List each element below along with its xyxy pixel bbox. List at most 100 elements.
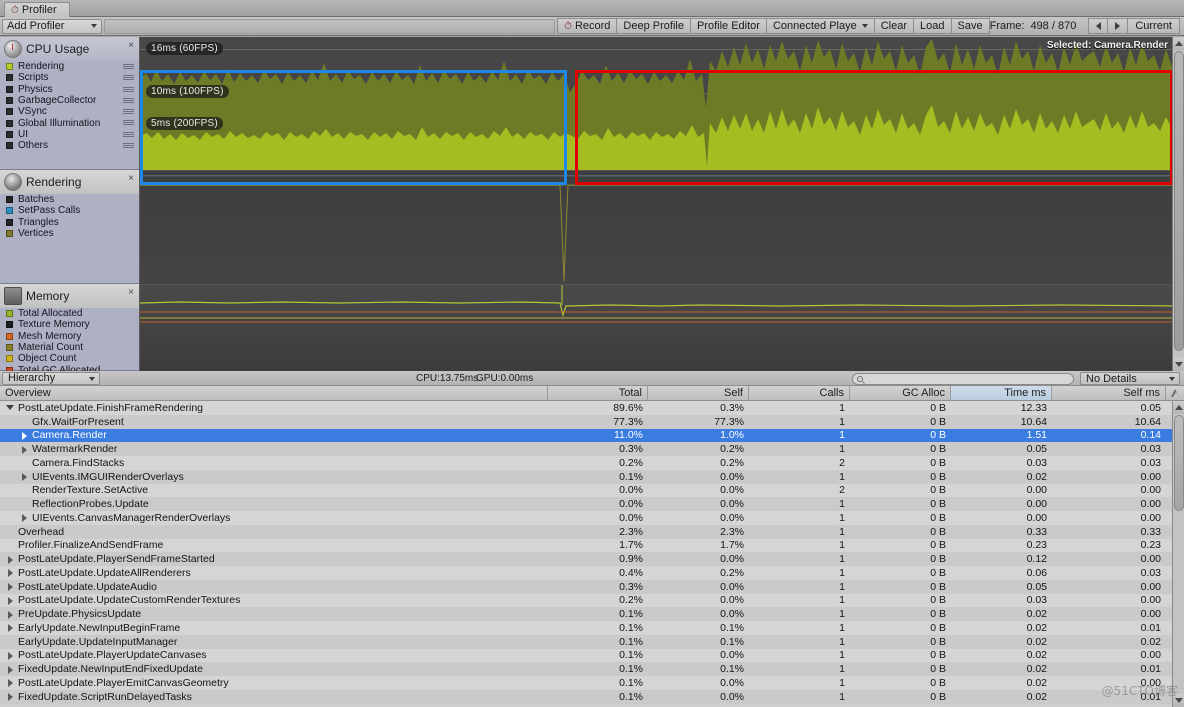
search-field[interactable] bbox=[867, 373, 1057, 385]
table-scrollbar-thumb[interactable] bbox=[1174, 415, 1184, 511]
table-row[interactable]: Overhead 2.3% 2.3% 1 0 B 0.33 0.33 bbox=[0, 524, 1184, 539]
legend-item-total-allocated[interactable]: Total Allocated bbox=[0, 308, 139, 319]
table-row[interactable]: UIEvents.CanvasManagerRenderOverlays 0.0%… bbox=[0, 511, 1184, 525]
add-profiler-dropdown[interactable]: Add Profiler bbox=[2, 18, 102, 34]
fold-toggle-icon[interactable] bbox=[6, 692, 15, 702]
table-row[interactable]: UIEvents.IMGUIRenderOverlays 0.1% 0.0% 1 0 B… bbox=[0, 469, 1184, 484]
record-button[interactable]: ⏱ Record bbox=[557, 18, 618, 34]
charts-scrollbar-thumb[interactable] bbox=[1174, 51, 1184, 351]
legend-item-vertices[interactable]: Vertices bbox=[0, 228, 139, 239]
module-cpu-usage-header[interactable]: CPU Usage × bbox=[0, 37, 139, 61]
column-header-overview[interactable]: Overview bbox=[0, 386, 548, 400]
memory-graph[interactable] bbox=[140, 284, 1184, 371]
fold-toggle-icon[interactable] bbox=[6, 678, 15, 688]
legend-item-mesh-memory[interactable]: Mesh Memory bbox=[0, 331, 139, 342]
table-row[interactable]: RenderTexture.SetActive 0.0% 0.0% 2 0 B 0.00 0… bbox=[0, 483, 1184, 498]
sort-direction-icon[interactable] bbox=[1166, 386, 1184, 400]
table-row[interactable]: ReflectionProbes.Update 0.0% 0.0% 1 0 B 0.00 0… bbox=[0, 497, 1184, 511]
table-body[interactable]: PostLateUpdate.FinishFrameRendering 89.6%… bbox=[0, 401, 1184, 707]
cpu-usage-graph[interactable]: 16ms (60FPS) 10ms (100FPS) 5ms (200FPS) … bbox=[140, 37, 1184, 170]
load-button[interactable]: Load bbox=[914, 18, 952, 34]
drag-handle-icon[interactable] bbox=[123, 86, 134, 92]
module-memory[interactable]: Memory × Total Allocated Texture Memory … bbox=[0, 284, 139, 376]
column-header-self[interactable]: Self bbox=[648, 386, 749, 400]
legend-item-scripts[interactable]: Scripts bbox=[0, 72, 139, 83]
table-row[interactable]: EarlyUpdate.NewInputBeginFrame 0.1% 0.1% 1 0… bbox=[0, 621, 1184, 635]
fold-toggle-icon[interactable] bbox=[20, 431, 29, 440]
table-scroll-up-button[interactable] bbox=[1173, 401, 1184, 414]
module-rendering[interactable]: Rendering × Batches SetPass Calls Triang… bbox=[0, 170, 139, 284]
legend-item-global-illumination[interactable]: Global Illumination bbox=[0, 117, 139, 129]
table-row[interactable]: Camera.FindStacks 0.2% 0.2% 2 0 B 0.03 0.03 bbox=[0, 456, 1184, 470]
close-icon[interactable]: × bbox=[128, 173, 134, 184]
drag-handle-icon[interactable] bbox=[123, 109, 134, 115]
fold-toggle-icon[interactable] bbox=[6, 623, 15, 633]
current-frame-button[interactable]: Current bbox=[1128, 18, 1180, 34]
legend-item-physics[interactable]: Physics bbox=[0, 84, 139, 95]
connected-player-dropdown[interactable]: Connected Playe bbox=[766, 18, 875, 34]
legend-item-garbagecollector[interactable]: GarbageCollector bbox=[0, 95, 139, 106]
fold-toggle-icon[interactable] bbox=[6, 582, 15, 592]
prev-frame-button[interactable] bbox=[1088, 18, 1109, 34]
fold-toggle-icon[interactable] bbox=[20, 513, 29, 523]
fold-toggle-icon[interactable] bbox=[6, 596, 15, 605]
table-row[interactable]: EarlyUpdate.UpdateInputManager 0.1% 0.1% 1 0… bbox=[0, 634, 1184, 649]
column-header-calls[interactable]: Calls bbox=[749, 386, 850, 400]
column-header-self-ms[interactable]: Self ms bbox=[1052, 386, 1166, 400]
table-row[interactable]: FixedUpdate.NewInputEndFixedUpdate 0.1% 0.… bbox=[0, 662, 1184, 676]
legend-item-ui[interactable]: UI bbox=[0, 129, 139, 140]
drag-handle-icon[interactable] bbox=[123, 97, 134, 103]
drag-handle-icon[interactable] bbox=[123, 143, 134, 149]
table-row[interactable]: PostLateUpdate.PlayerEmitCanvasGeometry 0… bbox=[0, 676, 1184, 690]
clear-button[interactable]: Clear bbox=[874, 18, 915, 34]
fold-toggle-icon[interactable] bbox=[6, 610, 15, 619]
table-row[interactable]: PostLateUpdate.FinishFrameRendering 89.6%… bbox=[0, 401, 1184, 415]
scroll-up-button[interactable] bbox=[1173, 37, 1184, 50]
details-mode-dropdown[interactable]: No Details bbox=[1080, 372, 1180, 385]
table-row[interactable]: FixedUpdate.ScriptRunDelayedTasks 0.1% 0.0… bbox=[0, 689, 1184, 704]
legend-item-setpass-calls[interactable]: SetPass Calls bbox=[0, 205, 139, 216]
legend-item-texture-memory[interactable]: Texture Memory bbox=[0, 319, 139, 330]
fold-toggle-icon[interactable] bbox=[20, 472, 29, 482]
column-header-total[interactable]: Total bbox=[548, 386, 648, 400]
table-row[interactable]: Gfx.WaitForPresent 77.3% 77.3% 1 0 B 10.64 10.… bbox=[0, 414, 1184, 429]
tab-profiler[interactable]: ⏱ Profiler bbox=[4, 2, 70, 17]
graph-area[interactable]: 16ms (60FPS) 10ms (100FPS) 5ms (200FPS) … bbox=[140, 37, 1184, 371]
table-row[interactable]: PostLateUpdate.UpdateAllRenderers 0.4% 0.2… bbox=[0, 566, 1184, 580]
module-cpu-usage[interactable]: CPU Usage × Rendering Scripts Physics Ga… bbox=[0, 37, 139, 170]
table-row[interactable]: PostLateUpdate.UpdateCustomRenderTexture… bbox=[0, 593, 1184, 608]
deep-profile-button[interactable]: Deep Profile bbox=[617, 18, 691, 34]
column-header-time-ms[interactable]: Time ms bbox=[951, 386, 1052, 400]
table-row[interactable]: PostLateUpdate.PlayerSendFrameStarted 0.9… bbox=[0, 552, 1184, 566]
drag-handle-icon[interactable] bbox=[123, 120, 134, 126]
view-mode-dropdown[interactable]: Hierarchy bbox=[2, 371, 100, 385]
close-icon[interactable]: × bbox=[128, 287, 134, 298]
legend-item-batches[interactable]: Batches bbox=[0, 194, 139, 205]
legend-item-vsync[interactable]: VSync bbox=[0, 106, 139, 117]
next-frame-button[interactable] bbox=[1108, 18, 1129, 34]
fold-toggle-icon[interactable] bbox=[6, 665, 15, 674]
table-row[interactable]: WatermarkRender 0.3% 0.2% 1 0 B 0.05 0.03 bbox=[0, 442, 1184, 456]
save-button[interactable]: Save bbox=[951, 18, 990, 34]
table-row[interactable]: PostLateUpdate.PlayerUpdateCanvases 0.1% 0… bbox=[0, 648, 1184, 663]
charts-scrollbar[interactable] bbox=[1172, 37, 1184, 371]
legend-item-others[interactable]: Others bbox=[0, 140, 139, 151]
scroll-down-button[interactable] bbox=[1173, 358, 1184, 371]
table-row[interactable]: Camera.Render 11.0% 1.0% 1 0 B 1.51 0.14 bbox=[0, 428, 1184, 443]
profile-editor-button[interactable]: Profile Editor bbox=[690, 18, 767, 34]
fold-toggle-icon[interactable] bbox=[20, 445, 29, 454]
table-row[interactable]: PostLateUpdate.UpdateAudio 0.3% 0.0% 1 0 B 0.… bbox=[0, 579, 1184, 594]
search-input[interactable] bbox=[852, 373, 1074, 385]
close-icon[interactable]: × bbox=[128, 40, 134, 51]
fold-toggle-icon[interactable] bbox=[6, 651, 15, 660]
module-memory-header[interactable]: Memory × bbox=[0, 284, 139, 308]
table-scrollbar[interactable] bbox=[1172, 401, 1184, 707]
legend-item-object-count[interactable]: Object Count bbox=[0, 353, 139, 364]
drag-handle-icon[interactable] bbox=[123, 131, 134, 137]
table-row[interactable]: PreUpdate.PhysicsUpdate 0.1% 0.0% 1 0 B 0.02 0… bbox=[0, 607, 1184, 621]
legend-item-triangles[interactable]: Triangles bbox=[0, 217, 139, 228]
fold-toggle-icon[interactable] bbox=[6, 555, 15, 564]
fold-toggle-icon[interactable] bbox=[6, 568, 15, 578]
rendering-graph[interactable] bbox=[140, 170, 1184, 284]
module-rendering-header[interactable]: Rendering × bbox=[0, 170, 139, 194]
